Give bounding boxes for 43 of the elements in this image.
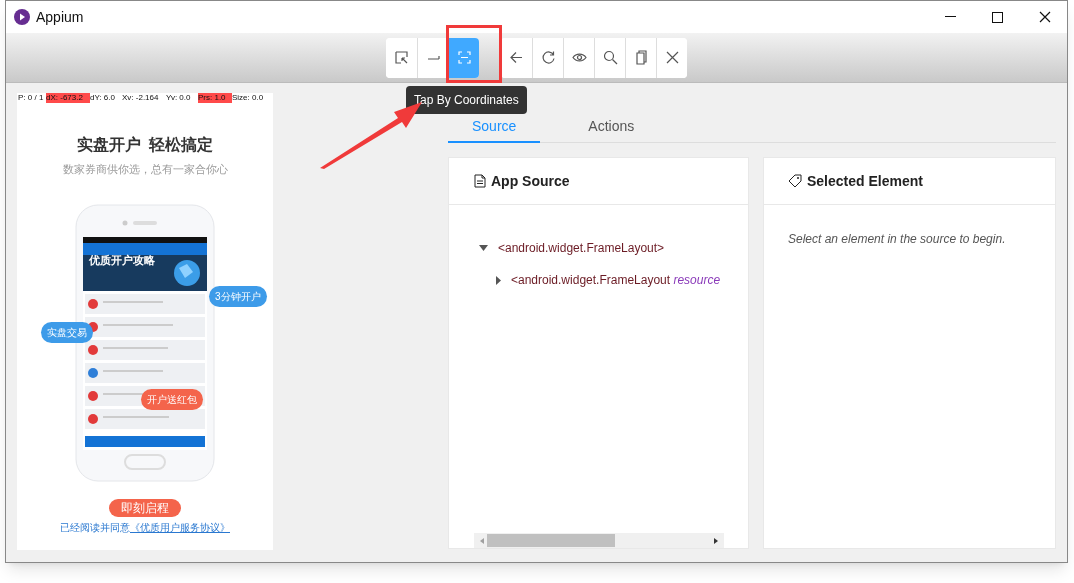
hint-text: Select an element in the source to begin. bbox=[788, 231, 1006, 248]
subtitle: 数家券商供你选，总有一家合你心 bbox=[62, 162, 228, 177]
maximize-icon[interactable] bbox=[992, 11, 1003, 23]
close-button[interactable] bbox=[656, 37, 687, 78]
debug-value: P: 0 / 1 bbox=[18, 93, 45, 103]
app-logo-icon bbox=[14, 9, 30, 25]
tap-coordinates-button[interactable] bbox=[448, 37, 479, 78]
refresh-icon bbox=[540, 50, 556, 65]
headline: 实盘开户 轻松搞定 bbox=[76, 135, 214, 155]
caret-icon[interactable] bbox=[479, 245, 488, 251]
debug-value: Size: 0.0 bbox=[232, 93, 265, 103]
debug-value: dX: -673.2 bbox=[46, 93, 90, 103]
debug-value: dY: 6.0 bbox=[90, 93, 116, 103]
debug-value: Xv: -2.164 bbox=[122, 93, 160, 103]
minimize-icon[interactable] bbox=[945, 16, 956, 18]
back-icon bbox=[509, 50, 524, 65]
tree-node[interactable]: <android.widget.FrameLayout resource bbox=[511, 271, 721, 289]
highlight-rectangle bbox=[446, 25, 502, 83]
agreement-text: 已经阅读并同意《优质用户服务协议》 bbox=[60, 520, 230, 535]
window-title: Appium bbox=[36, 7, 84, 27]
select-icon bbox=[394, 50, 409, 65]
close-icon[interactable] bbox=[1039, 11, 1051, 23]
tap-coordinates-icon bbox=[456, 50, 472, 65]
copy-icon bbox=[633, 50, 649, 65]
debug-value: Prs: 1.0 bbox=[198, 93, 232, 103]
panel-title: Selected Element bbox=[807, 171, 923, 191]
file-icon bbox=[474, 174, 486, 188]
banner-text: 优质开户攻略 bbox=[89, 252, 155, 268]
search-icon bbox=[602, 50, 618, 65]
tab[interactable]: Actions bbox=[564, 111, 659, 143]
debug-value: Yv: 0.0 bbox=[166, 93, 192, 103]
speech-bubble: 3分钟开户 bbox=[209, 285, 267, 307]
caret-icon[interactable] bbox=[496, 275, 501, 285]
horizontal-scrollbar[interactable] bbox=[474, 533, 724, 548]
close-icon bbox=[664, 50, 680, 65]
speech-bubble: 实盘交易 bbox=[41, 321, 93, 343]
device-screenshot[interactable]: P: 0 / 1 dX: -673.2 dY: 6.0 Xv: -2.164 Yv: 0.0 Prs: 1.0 Size: 0.0 实盘开户 轻松搞定 数家券商供你选，总有一家合你心 优质开户攻略 3分钟开户 实盘交易 开户送红包 即刻启程 已经阅读并同意《优质用户服务协议》 bbox=[17, 93, 273, 550]
agreement-link[interactable]: 《优质用户服务协议》 bbox=[130, 521, 230, 533]
panel-title: App Source bbox=[491, 171, 570, 191]
tree-node[interactable]: <android.widget.FrameLayout> bbox=[498, 239, 665, 257]
tag-icon bbox=[788, 174, 802, 188]
tooltip: Tap By Coordinates bbox=[406, 86, 527, 114]
eye-icon bbox=[571, 50, 587, 65]
